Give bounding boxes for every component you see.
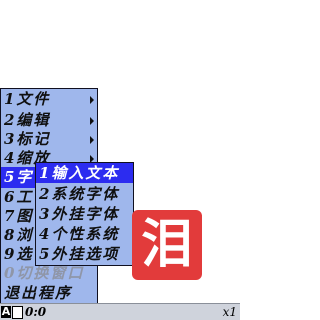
app-logo-icon: 泪	[132, 210, 202, 280]
menu-item-switch-window[interactable]: 0切换窗口	[1, 263, 97, 284]
submenu-arrow-icon	[90, 117, 94, 125]
menu-item-exit[interactable]: 退出程序	[1, 283, 97, 304]
submenu-item-external-font[interactable]: 3外挂字体	[36, 204, 133, 224]
submenu-item-system-font[interactable]: 2系统字体	[36, 184, 133, 204]
submenu-item-external-options[interactable]: 5外挂选项	[36, 244, 133, 264]
zoom-level: x1	[222, 305, 237, 319]
submenu-item-custom-system[interactable]: 4个性系统	[36, 224, 133, 244]
submenu-item-label: 4个性系统	[39, 225, 120, 243]
input-mode-indicator: A	[1, 305, 11, 318]
submenu-arrow-icon	[90, 136, 94, 144]
app-logo-glyph: 泪	[140, 215, 193, 275]
submenu-item-label: 2系统字体	[39, 185, 120, 203]
menu-item-label: 2编辑	[4, 111, 51, 129]
font-submenu: 1输入文本 2系统字体 3外挂字体 4个性系统 5外挂选项	[35, 162, 134, 266]
menu-item-label: 8浏	[4, 226, 34, 244]
cursor-position: 0:0	[25, 305, 47, 319]
submenu-item-label: 5外挂选项	[39, 245, 120, 263]
screen: 1文件 2编辑 3标记 4缩放 5字 6工 7图 8浏 9选 0切换窗口 退出程…	[0, 0, 240, 320]
menu-item-file[interactable]: 1文件	[1, 89, 97, 110]
submenu-item-input-text[interactable]: 1输入文本	[36, 163, 133, 183]
input-box-icon	[12, 306, 23, 319]
submenu-item-label: 1输入文本	[39, 164, 120, 182]
menu-item-label: 6工	[4, 188, 34, 206]
menu-item-edit[interactable]: 2编辑	[1, 110, 97, 131]
status-bar: A 0:0 x1	[0, 303, 240, 320]
menu-item-label: 1文件	[4, 90, 51, 108]
menu-item-label: 0切换窗口	[4, 264, 85, 282]
menu-item-label: 5字	[4, 168, 34, 186]
menu-item-label: 9选	[4, 245, 34, 263]
submenu-item-label: 3外挂字体	[39, 205, 120, 223]
menu-item-label: 3标记	[4, 130, 51, 148]
submenu-arrow-icon	[90, 96, 94, 104]
menu-item-label: 7图	[4, 207, 34, 225]
menu-item-label: 退出程序	[4, 284, 73, 302]
menu-item-bookmark[interactable]: 3标记	[1, 129, 97, 150]
